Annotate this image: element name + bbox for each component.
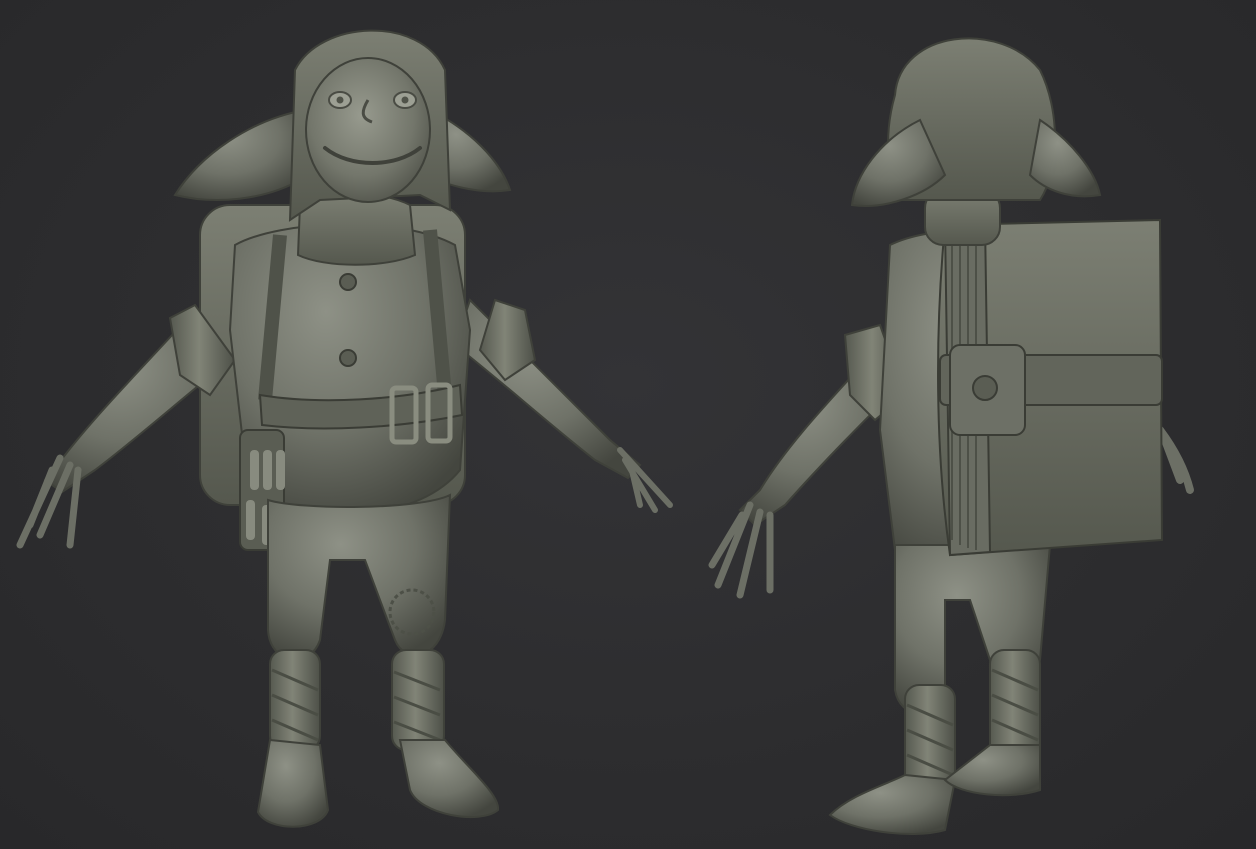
back-right-hand [1156, 426, 1194, 494]
right-foot [398, 739, 500, 818]
jacket-button [339, 349, 357, 367]
right-hand [617, 447, 673, 513]
goblin-front-view [16, 29, 673, 828]
trousers [267, 493, 452, 661]
left-ear [173, 108, 307, 201]
left-hand [16, 454, 82, 549]
goblin-back-view [708, 37, 1194, 835]
back-right-foot [943, 744, 1041, 797]
back-left-shin-wraps [904, 684, 956, 791]
jacket-collar [296, 192, 417, 266]
back-left-hand [708, 501, 774, 599]
right-arm [453, 298, 642, 480]
goblin-face [305, 57, 431, 203]
left-foot [256, 738, 330, 828]
back-left-foot [828, 773, 957, 835]
book-backpack [937, 218, 1164, 557]
sculpt-render [16, 29, 1194, 835]
left-shin-wraps [269, 649, 321, 751]
sculpt-viewport [0, 0, 1256, 849]
jacket-button [339, 273, 357, 291]
